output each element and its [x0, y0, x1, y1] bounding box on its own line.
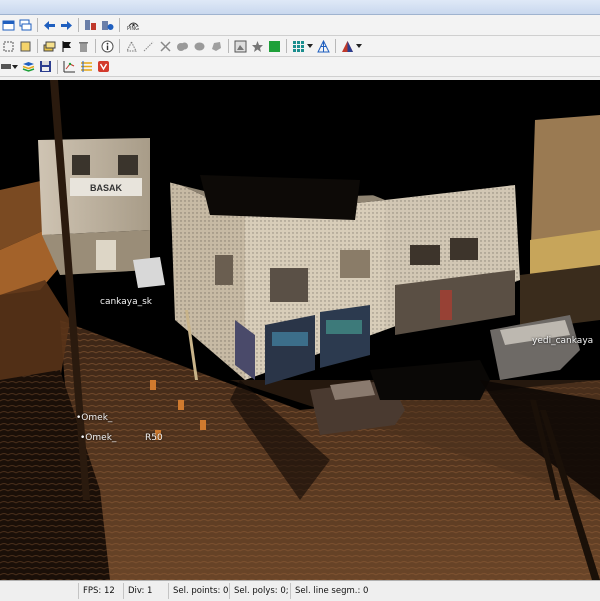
grid-points-icon[interactable] [291, 39, 306, 54]
toolbar-main: PING [0, 15, 600, 36]
toolbar-separator [335, 39, 336, 53]
point-label-omek-1[interactable]: •Omek_ [76, 413, 112, 423]
parked-car-black [370, 360, 490, 400]
cloud-shape-icon[interactable] [175, 39, 190, 54]
back-arrow-icon[interactable] [42, 18, 57, 33]
toolbar-separator [119, 39, 120, 53]
mesh-triangle-icon[interactable] [316, 39, 331, 54]
parked-car-white [133, 257, 165, 288]
toolbar-separator [228, 39, 229, 53]
color-triangle-icon[interactable] [340, 39, 355, 54]
toolbar-separator [286, 39, 287, 53]
cross-icon[interactable] [158, 39, 173, 54]
green-square-icon[interactable] [267, 39, 282, 54]
point-label-yedikcankaya[interactable]: yedi_cankaya [532, 336, 593, 346]
window-title-bar [0, 0, 600, 15]
status-sel-line-segm: Sel. line segm.: 0 [295, 586, 369, 596]
chevron-down-icon[interactable] [307, 39, 313, 54]
status-bar: FPS: 12 Div: 1 Sel. points: 0; Sel. poly… [0, 580, 600, 601]
polygon-shape-icon[interactable] [209, 39, 224, 54]
line-measure-icon[interactable] [141, 39, 156, 54]
select-area-icon[interactable] [18, 39, 33, 54]
status-blank [0, 583, 79, 599]
toolbar-separator [37, 39, 38, 53]
star-icon[interactable] [250, 39, 265, 54]
toolbar-separator [37, 18, 38, 32]
point-cloud-viewport[interactable]: BASAK cankaya_sk yedi_cankaya •Omek_ •Om… [0, 80, 600, 580]
delete-icon[interactable] [76, 39, 91, 54]
point-cloud-scene: BASAK [0, 80, 600, 580]
connect-icon[interactable] [100, 18, 115, 33]
toolbar-separator [119, 18, 120, 32]
select-tool-icon[interactable] [1, 39, 16, 54]
info-icon[interactable] [100, 39, 115, 54]
save-icon[interactable] [38, 59, 53, 74]
ping-button[interactable]: PING [124, 18, 142, 33]
toolbar-separator [78, 18, 79, 32]
point-label-omek-2[interactable]: •Omek_ [80, 433, 116, 443]
filter-red-icon[interactable] [96, 59, 111, 74]
grid-lines-icon[interactable] [79, 59, 94, 74]
status-sel-polys: Sel. polys: 0; [230, 583, 291, 599]
point-label-cankaya[interactable]: cankaya_sk [100, 297, 152, 307]
point-cloud-viewer-window: PING BASAK cankaya_sk yedi_cankaya •Omek… [0, 0, 600, 601]
display-mode-icon[interactable] [1, 59, 11, 74]
point-label-omek-2-suffix[interactable]: R50 [145, 433, 163, 443]
toolbar-separator [95, 39, 96, 53]
storefront-right [320, 305, 370, 368]
flag-icon[interactable] [59, 39, 74, 54]
forward-arrow-icon[interactable] [59, 18, 74, 33]
chevron-down-icon[interactable] [356, 39, 362, 54]
shop-sign-text: BASAK [90, 183, 123, 193]
tile-windows-icon[interactable] [18, 18, 33, 33]
status-fps: FPS: 12 [79, 583, 124, 599]
toolbar-separator [57, 59, 58, 74]
toolbar-tools [0, 36, 600, 57]
image-frame-icon[interactable] [233, 39, 248, 54]
window-layout-icon[interactable] [1, 18, 16, 33]
edit-points-icon[interactable] [62, 59, 77, 74]
layer-stack-icon[interactable] [21, 59, 36, 74]
status-div: Div: 1 [124, 583, 169, 599]
ping-label: PING [126, 25, 140, 32]
layers-icon[interactable] [42, 39, 57, 54]
triangle-measure-icon[interactable] [124, 39, 139, 54]
storefront-left [265, 315, 315, 385]
status-sel-points: Sel. points: 0; [169, 583, 230, 599]
blob-shape-icon[interactable] [192, 39, 207, 54]
database-icon[interactable] [83, 18, 98, 33]
chevron-down-icon[interactable] [12, 59, 18, 74]
toolbar-display [0, 57, 600, 77]
